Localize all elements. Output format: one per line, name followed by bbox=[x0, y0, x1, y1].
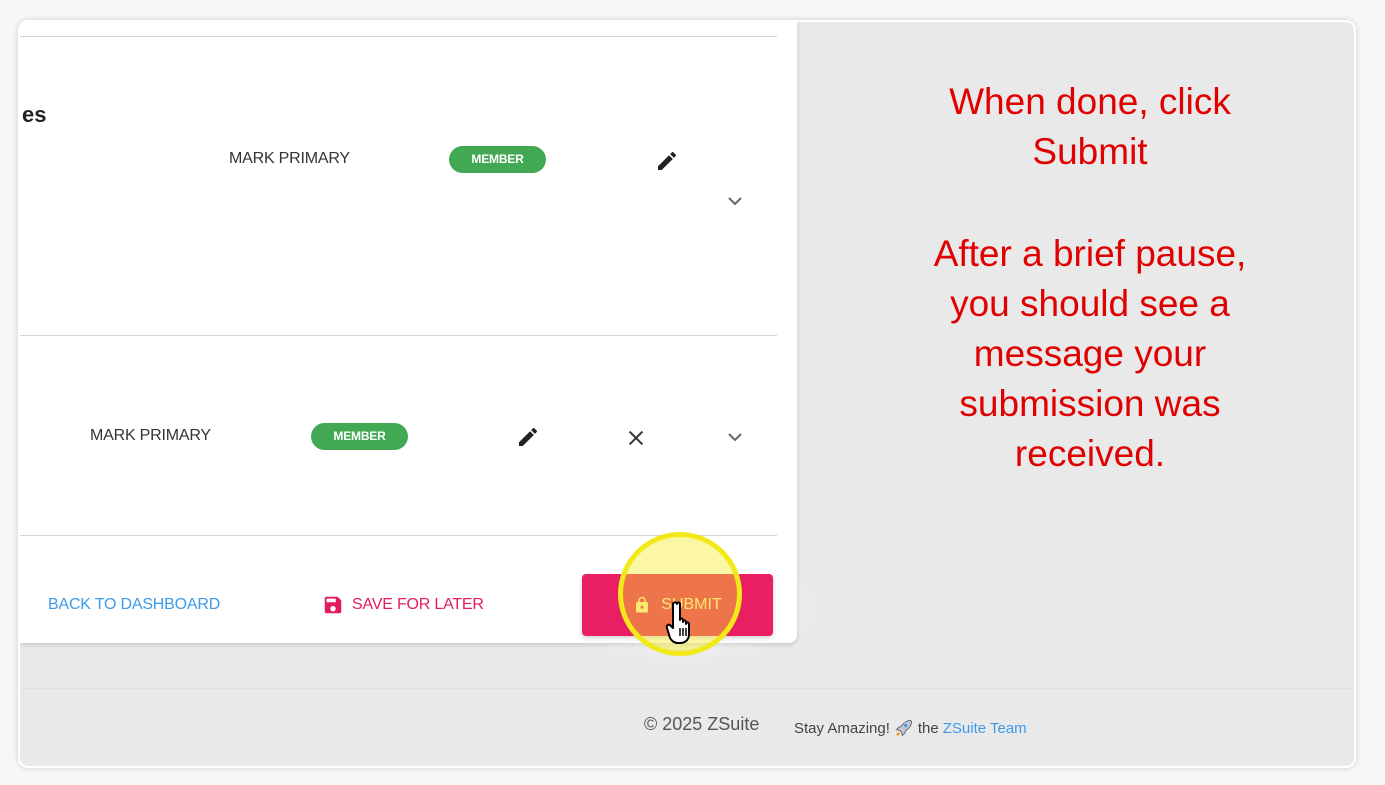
hand-cursor-icon bbox=[665, 601, 690, 644]
back-to-dashboard-link[interactable]: BACK TO DASHBOARD bbox=[48, 596, 220, 614]
member-name: MARK PRIMARY bbox=[229, 150, 350, 167]
app-frame: es MARK PRIMARY MEMBER MARK PRIMARY MEMB… bbox=[18, 20, 1356, 768]
instruction-line: When done, click Submit bbox=[949, 81, 1231, 172]
chevron-down-icon[interactable] bbox=[723, 189, 747, 213]
instructions-panel: When done, click Submit After a brief pa… bbox=[840, 77, 1340, 479]
save-for-later-button[interactable]: SAVE FOR LATER bbox=[322, 594, 484, 616]
divider bbox=[20, 335, 777, 336]
zsuite-team-link[interactable]: ZSuite Team bbox=[943, 720, 1027, 737]
member-badge: MEMBER bbox=[449, 146, 546, 173]
tagline-mid: the bbox=[917, 719, 939, 737]
floppy-disk-icon bbox=[324, 596, 342, 614]
pencil-icon[interactable] bbox=[655, 149, 679, 173]
chevron-down-icon[interactable] bbox=[723, 425, 747, 449]
instruction-line: After a brief pause, you should see a me… bbox=[933, 233, 1247, 474]
section-title: es bbox=[22, 102, 47, 127]
member-name: MARK PRIMARY bbox=[90, 427, 211, 444]
member-badge: MEMBER bbox=[311, 423, 408, 450]
pencil-icon[interactable] bbox=[516, 425, 540, 449]
copyright-text: © 2025 ZSuite bbox=[644, 714, 760, 734]
rocket-icon bbox=[895, 720, 912, 737]
divider bbox=[20, 36, 777, 37]
tagline-prefix: Stay Amazing! bbox=[794, 719, 890, 737]
footer-divider bbox=[20, 688, 1354, 689]
save-label: SAVE FOR LATER bbox=[352, 596, 484, 613]
close-icon[interactable] bbox=[625, 427, 647, 449]
footer-tagline: Stay Amazing! the ZSuite Team bbox=[794, 718, 1027, 738]
